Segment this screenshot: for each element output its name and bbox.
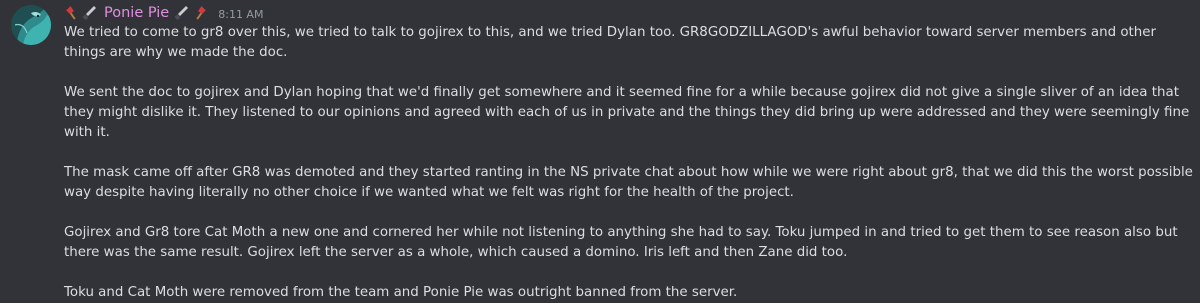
message-paragraph: Toku and Cat Moth were removed from the … <box>64 285 738 300</box>
knife-icon <box>82 5 98 21</box>
username[interactable]: Ponie Pie <box>104 5 169 21</box>
avatar[interactable] <box>11 5 51 45</box>
message-paragraph: Gojirex and Gr8 tore Cat Moth a new one … <box>64 225 1178 260</box>
avatar-image <box>11 5 51 45</box>
message-timestamp: 8:11 AM <box>218 7 264 21</box>
message-paragraph: The mask came off after GR8 was demoted … <box>64 165 1193 200</box>
message-content: We tried to come to gr8 over this, we tr… <box>64 23 1194 303</box>
message-paragraph: We tried to come to gr8 over this, we tr… <box>64 25 1157 60</box>
message-paragraph: We sent the doc to gojirex and Dylan hop… <box>64 85 1190 140</box>
knife-icon <box>174 5 190 21</box>
message-header: Ponie Pie 8:11 AM <box>64 3 263 23</box>
axe-icon <box>64 5 80 21</box>
chat-message: Ponie Pie 8:11 AM We tried to come to gr… <box>0 0 1200 300</box>
axe-icon <box>192 5 208 21</box>
